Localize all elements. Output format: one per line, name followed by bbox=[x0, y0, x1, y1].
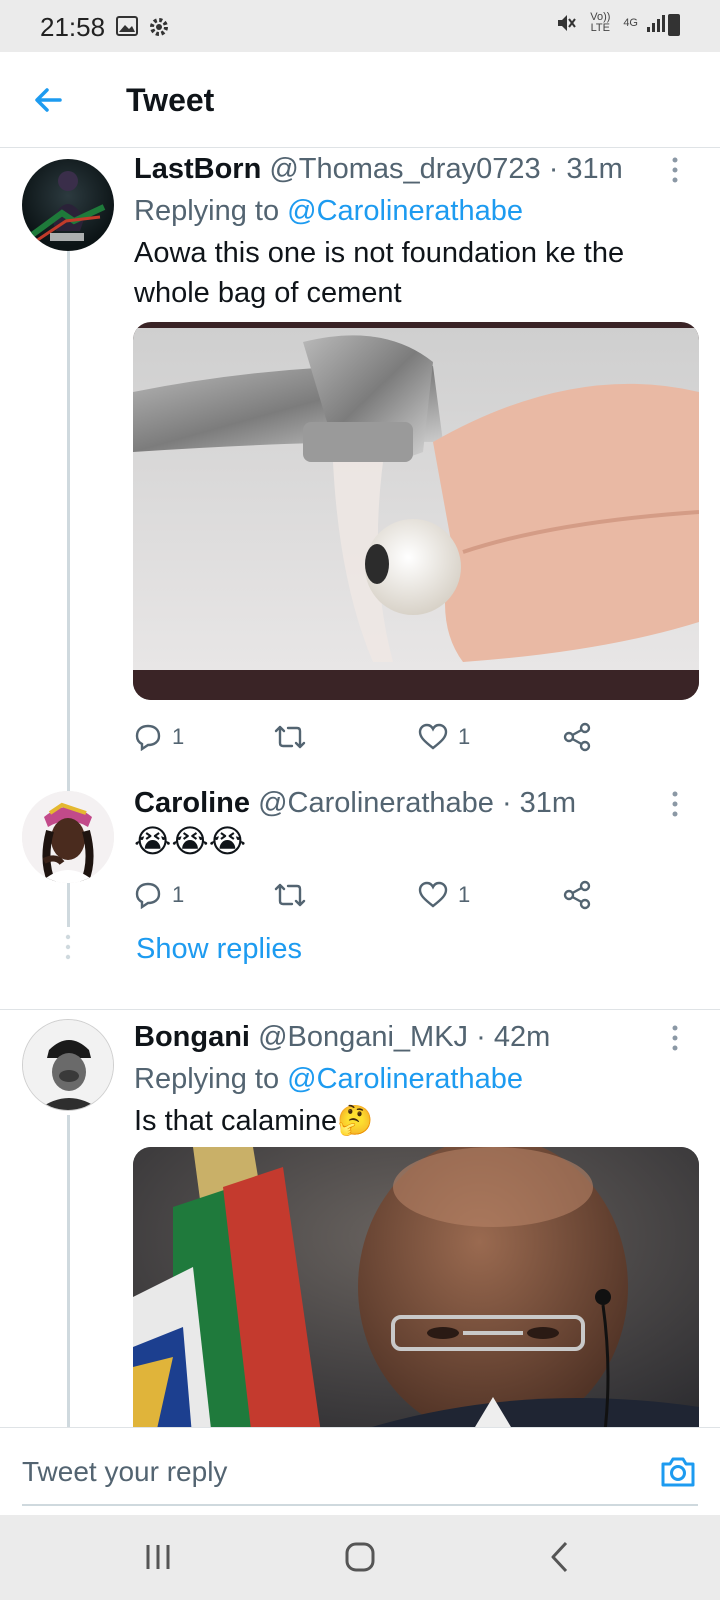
photo-man-with-flag bbox=[133, 1147, 699, 1427]
signal-icon bbox=[647, 15, 665, 32]
more-options-icon[interactable] bbox=[668, 1023, 682, 1053]
tweet-text: 😭😭😭 bbox=[134, 823, 247, 859]
status-time: 21:58 bbox=[40, 12, 106, 42]
author-name[interactable]: LastBorn bbox=[134, 153, 261, 185]
thread-dots-icon bbox=[65, 934, 71, 960]
network-label: 4G bbox=[623, 17, 638, 29]
tweet-actions: 1 1 bbox=[134, 719, 634, 755]
more-options-icon[interactable] bbox=[668, 789, 682, 819]
share-icon bbox=[563, 722, 591, 752]
camera-icon[interactable] bbox=[658, 1452, 698, 1492]
tweet-time: · 31m bbox=[501, 787, 577, 819]
reply-list[interactable]: LastBorn @Thomas_dray0723 · 31m Replying… bbox=[0, 149, 720, 1427]
thread-line bbox=[67, 885, 70, 927]
tweet-text: Aowa this one is not foundation ke the w… bbox=[134, 237, 625, 309]
tweet-header: Caroline @Carolinerathabe · 31m bbox=[134, 787, 576, 820]
author-handle[interactable]: @Thomas_dray0723 bbox=[269, 153, 540, 185]
image-icon bbox=[116, 16, 138, 36]
retweet-icon bbox=[274, 725, 306, 749]
system-nav-bar bbox=[0, 1515, 720, 1600]
reply-composer: Tweet your reply bbox=[0, 1427, 720, 1515]
more-options-icon[interactable] bbox=[668, 155, 682, 185]
author-handle[interactable]: @Carolinerathabe bbox=[258, 787, 494, 819]
battery-icon bbox=[668, 14, 680, 36]
like-button[interactable]: 1 bbox=[418, 719, 470, 755]
reply-icon bbox=[135, 882, 161, 909]
gear-icon bbox=[150, 18, 168, 36]
avatar[interactable] bbox=[22, 1019, 114, 1111]
mention-link[interactable]: @Carolinerathabe bbox=[287, 195, 523, 227]
tweet-header: Bongani @Bongani_MKJ · 42m bbox=[134, 1021, 550, 1054]
tweet-actions: 1 1 bbox=[134, 877, 634, 913]
like-count: 1 bbox=[458, 882, 471, 907]
retweet-icon bbox=[274, 883, 306, 907]
reply-button[interactable]: 1 bbox=[134, 719, 184, 755]
status-bar: 21:58 Vo)) LTE 4G bbox=[0, 0, 720, 52]
heart-icon bbox=[418, 723, 448, 750]
reply-input[interactable]: Tweet your reply bbox=[22, 1456, 227, 1488]
thread-line bbox=[67, 1115, 70, 1427]
reply-count: 1 bbox=[172, 724, 185, 749]
input-underline bbox=[22, 1504, 698, 1506]
avatar[interactable] bbox=[22, 791, 114, 883]
photo-tap-water-pearl bbox=[133, 328, 699, 700]
share-icon bbox=[563, 880, 591, 910]
author-name[interactable]: Bongani bbox=[134, 1021, 250, 1053]
share-button[interactable] bbox=[562, 877, 592, 913]
avatar[interactable] bbox=[22, 159, 114, 251]
back-arrow-icon[interactable] bbox=[30, 82, 66, 118]
home-icon[interactable] bbox=[340, 1537, 380, 1577]
page-title: Tweet bbox=[126, 82, 215, 118]
retweet-button[interactable] bbox=[274, 719, 316, 755]
tweet-media[interactable] bbox=[133, 322, 699, 700]
volte-label: Vo)) LTE bbox=[590, 11, 611, 34]
author-name[interactable]: Caroline bbox=[134, 787, 250, 819]
reply-count: 1 bbox=[172, 882, 185, 907]
mention-link[interactable]: @Carolinerathabe bbox=[287, 1063, 523, 1095]
show-replies-link[interactable]: Show replies bbox=[136, 933, 302, 966]
like-button[interactable]: 1 bbox=[418, 877, 470, 913]
app-bar: Tweet bbox=[0, 52, 720, 148]
replying-prefix: Replying to bbox=[134, 195, 288, 227]
retweet-button[interactable] bbox=[274, 877, 316, 913]
replying-to: Replying to @Carolinerathabe bbox=[134, 1063, 523, 1096]
tweet-time: · 42m bbox=[476, 1021, 551, 1053]
mute-icon bbox=[558, 15, 577, 31]
author-handle[interactable]: @Bongani_MKJ bbox=[258, 1021, 468, 1053]
tweet-text: Is that calamine🤔 bbox=[134, 1105, 374, 1137]
back-icon[interactable] bbox=[540, 1537, 580, 1577]
recent-apps-icon[interactable] bbox=[138, 1537, 178, 1577]
replying-prefix: Replying to bbox=[134, 1063, 288, 1095]
tweet-media[interactable] bbox=[133, 1147, 699, 1427]
divider bbox=[0, 1009, 720, 1010]
replying-to: Replying to @Carolinerathabe bbox=[134, 195, 523, 228]
tweet-header: LastBorn @Thomas_dray0723 · 31m bbox=[134, 153, 623, 186]
like-count: 1 bbox=[458, 724, 471, 749]
reply-button[interactable]: 1 bbox=[134, 877, 184, 913]
heart-icon bbox=[418, 881, 448, 908]
share-button[interactable] bbox=[562, 719, 592, 755]
reply-icon bbox=[135, 724, 161, 751]
tweet-time: · 31m bbox=[548, 153, 623, 185]
